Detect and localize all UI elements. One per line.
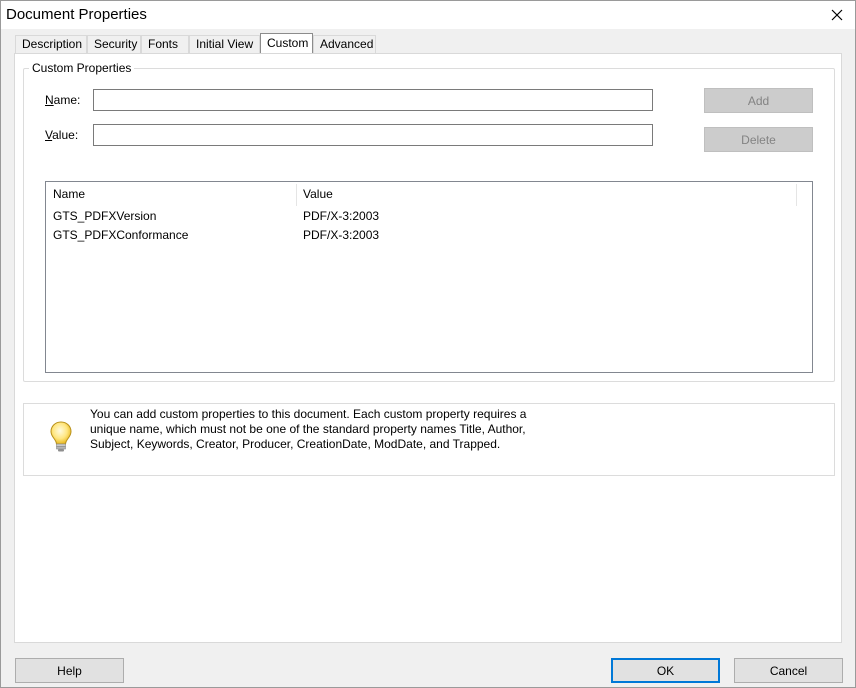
item-name: GTS_PDFXVersion	[53, 209, 157, 223]
help-button[interactable]: Help	[15, 658, 124, 683]
close-icon	[831, 9, 843, 21]
title-bar: Document Properties	[1, 1, 855, 29]
item-value: PDF/X-3:2003	[303, 209, 380, 223]
item-value: PDF/X-3:2003	[303, 228, 380, 242]
value-input[interactable]	[93, 124, 653, 146]
item-name: GTS_PDFXConformance	[53, 228, 189, 242]
custom-tab-panel: Custom Properties Name: Value: Add Delet…	[14, 53, 842, 643]
document-properties-dialog: Document Properties Description Security…	[0, 0, 856, 688]
delete-button[interactable]: Delete	[704, 127, 813, 152]
tab-security[interactable]: Security	[87, 35, 141, 54]
name-label: Name:	[45, 93, 80, 107]
value-label: Value:	[45, 128, 78, 142]
tab-initial-view[interactable]: Initial View	[189, 35, 260, 54]
value-label-text: alue:	[52, 128, 79, 142]
group-label: Custom Properties	[29, 61, 135, 75]
name-label-text: ame:	[53, 93, 81, 107]
tab-description[interactable]: Description	[15, 35, 87, 54]
add-button[interactable]: Add	[704, 88, 813, 113]
properties-list[interactable]: Name Value GTS_PDFXVersion PDF/X-3:2003 …	[45, 181, 813, 373]
ok-button[interactable]: OK	[611, 658, 720, 683]
column-divider[interactable]	[796, 184, 797, 206]
tab-advanced[interactable]: Advanced	[313, 35, 376, 54]
name-label-accelerator: N	[45, 93, 54, 107]
cancel-button[interactable]: Cancel	[734, 658, 843, 683]
tab-custom[interactable]: Custom	[260, 33, 313, 53]
list-header: Name Value	[46, 182, 812, 206]
close-button[interactable]	[819, 1, 855, 29]
column-header-name[interactable]: Name	[46, 182, 296, 206]
list-item[interactable]: GTS_PDFXVersion PDF/X-3:2003	[46, 207, 812, 226]
name-input[interactable]	[93, 89, 653, 111]
dialog-title: Document Properties	[6, 6, 147, 23]
info-text: You can add custom properties to this do…	[90, 407, 527, 451]
list-item[interactable]: GTS_PDFXConformance PDF/X-3:2003	[46, 226, 812, 245]
tab-fonts[interactable]: Fonts	[141, 35, 189, 54]
custom-properties-group: Custom Properties Name: Value: Add Delet…	[23, 61, 835, 382]
lightbulb-icon	[50, 421, 72, 452]
info-box: You can add custom properties to this do…	[23, 403, 835, 476]
column-header-value[interactable]: Value	[296, 182, 796, 206]
